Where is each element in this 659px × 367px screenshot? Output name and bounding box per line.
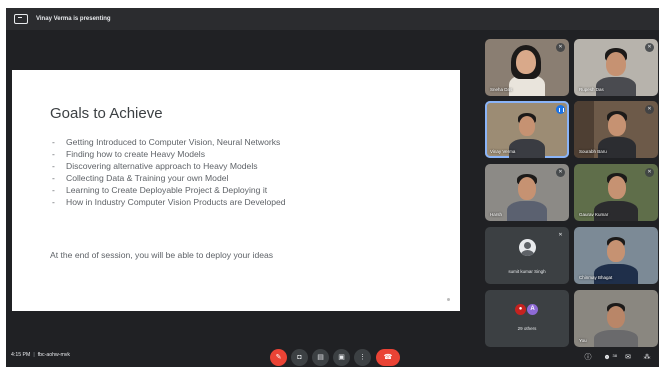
- participant-tile[interactable]: ✕ Gaurav Kumar: [574, 164, 658, 221]
- people-icon: ☻: [603, 354, 611, 361]
- participant-name: Chinmay Bhagat: [579, 275, 613, 280]
- slide-bullet: How in Industry Computer Vision Products…: [52, 196, 286, 208]
- mic-off-icon: ✕: [558, 232, 563, 238]
- slide-bullet: Collecting Data & Training your own Mode…: [52, 172, 286, 184]
- presenter-bar: Vinay Verma is presenting: [6, 8, 659, 30]
- participant-tile[interactable]: ✕ Sourabh Baru: [574, 101, 658, 158]
- meeting-code: fbc-aohw-mvk: [37, 352, 70, 358]
- participant-name: Harsh: [490, 212, 503, 217]
- meeting-info: 4:15 PM | fbc-aohw-mvk: [11, 352, 70, 358]
- info-icon: ⓘ: [584, 354, 592, 361]
- more-options-button[interactable]: ⋮: [354, 349, 371, 366]
- participant-name: Rupesh Das: [579, 87, 604, 92]
- captions-button[interactable]: ▤: [312, 349, 329, 366]
- others-count: 29 others: [517, 326, 537, 331]
- captions-icon: ▤: [317, 354, 324, 361]
- meet-screen: Vinay Verma is presenting Goals to Achie…: [6, 8, 659, 367]
- participant-name: Sneha Das: [490, 87, 513, 92]
- people-count-badge: 38: [612, 353, 617, 358]
- participant-tile[interactable]: ✕ Sneha Das: [485, 39, 569, 96]
- participant-name: Sourabh Baru: [579, 149, 607, 154]
- mic-off-icon: ✕: [645, 168, 654, 177]
- end-call-button[interactable]: ☎: [376, 349, 400, 366]
- participant-tile-speaking[interactable]: Vinay Verma: [485, 101, 569, 158]
- participant-name: Vinay Verma: [490, 149, 516, 154]
- app-window: Vinay Verma is presenting Goals to Achie…: [0, 0, 659, 367]
- slide-bullet: Learning to Create Deployable Project & …: [52, 184, 286, 196]
- presenter-text: Vinay Verma is presenting: [36, 16, 111, 22]
- present-now-icon: ▣: [338, 354, 345, 361]
- present-screen-icon: [14, 14, 28, 24]
- slide-title: Goals to Achieve: [50, 105, 163, 122]
- others-tile[interactable]: ● A 29 others: [485, 290, 569, 347]
- participant-tile[interactable]: Chinmay Bhagat: [574, 227, 658, 284]
- present-now-button[interactable]: ▣: [333, 349, 350, 366]
- participant-name: You: [579, 338, 587, 343]
- participant-tile[interactable]: ✕ Rupesh Das: [574, 39, 658, 96]
- people-button[interactable]: ☻ 38: [602, 353, 617, 363]
- shared-slide: Goals to Achieve Getting Introduced to C…: [12, 70, 460, 311]
- participant-tile[interactable]: ✕ Harsh: [485, 164, 569, 221]
- mic-off-icon: ✕: [556, 43, 565, 52]
- slide-bullet: Discovering alternative approach to Heav…: [52, 160, 286, 172]
- slide-bullet: Getting Introduced to Computer Vision, N…: [52, 136, 286, 148]
- mic-off-icon: ✕: [645, 105, 654, 114]
- speaking-indicator-icon: [556, 105, 565, 114]
- bottom-control-bar: 4:15 PM | fbc-aohw-mvk ✎ ◘ ▤ ▣ ⋮ ☎ ⓘ ☻ 38 ✉…: [6, 348, 659, 367]
- mic-toggle-button[interactable]: ✎: [270, 349, 287, 366]
- end-call-icon: ☎: [383, 354, 393, 361]
- more-options-icon: ⋮: [359, 354, 366, 361]
- avatar-letter: A: [527, 304, 538, 315]
- camera-icon: ◘: [297, 354, 302, 361]
- chat-icon: ✉: [625, 354, 631, 361]
- activities-icon: ⁂: [643, 354, 651, 361]
- meeting-time: 4:15 PM: [11, 352, 31, 358]
- activities-button[interactable]: ⁂: [642, 353, 652, 363]
- mic-off-icon: ✕: [645, 43, 654, 52]
- avatar: [518, 239, 536, 256]
- slide-page-dot: [447, 298, 450, 301]
- chat-button[interactable]: ✉: [623, 353, 633, 363]
- slide-bullet: Finding how to create Heavy Models: [52, 148, 286, 160]
- slide-bullet-list: Getting Introduced to Computer Vision, N…: [52, 136, 286, 209]
- slide-footer: At the end of session, you will be able …: [50, 250, 274, 260]
- mic-off-icon: ✎: [275, 354, 282, 361]
- participant-tile[interactable]: ✕ sumit kumar Singh: [485, 227, 569, 284]
- participant-name: sumit kumar Singh: [508, 269, 546, 274]
- camera-toggle-button[interactable]: ◘: [291, 349, 308, 366]
- participant-name: Gaurav Kumar: [579, 212, 609, 217]
- avatar: ●: [515, 304, 526, 315]
- meeting-details-button[interactable]: ⓘ: [583, 353, 593, 363]
- self-tile[interactable]: You: [574, 290, 658, 347]
- mic-off-icon: ✕: [556, 168, 565, 177]
